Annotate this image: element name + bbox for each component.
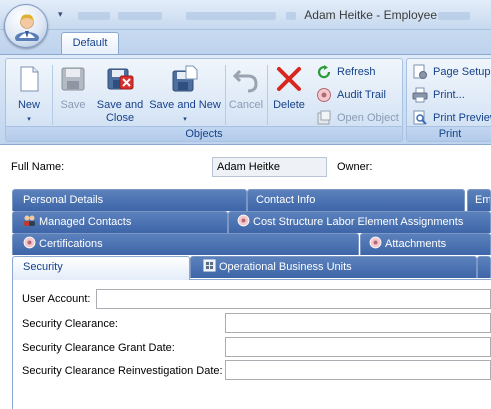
new-button[interactable]: New ▾ (10, 61, 48, 127)
tab-cost-structure[interactable]: Cost Structure Labor Element Assignments (228, 211, 491, 233)
objects-group: New ▾ Save Save and Close Save and New ▾… (5, 58, 403, 142)
tab-contact-info-label: Contact Info (256, 194, 316, 206)
title-bar: ▾ Adam Heitke - Employee (0, 0, 491, 30)
new-dropdown-icon[interactable]: ▾ (10, 113, 48, 126)
security-clearance-field[interactable] (225, 313, 491, 333)
ribbon-tab-strip: Default (0, 30, 491, 55)
save-and-new-dropdown-icon[interactable]: ▾ (148, 113, 222, 126)
tab-overflow[interactable] (477, 256, 491, 278)
reinvestigation-date-field[interactable] (225, 360, 491, 380)
certifications-icon (23, 236, 36, 249)
owner-label: Owner: (337, 161, 373, 173)
cancel-button-label: Cancel (228, 99, 264, 111)
undo-arrow-icon (232, 69, 258, 93)
print-preview-label: Print Preview (433, 112, 491, 124)
user-account-label: User Account: (22, 293, 91, 305)
print-group: Page Setup... Print... Print Preview Pri… (406, 58, 491, 142)
page-setup-icon (413, 64, 427, 79)
save-and-close-icon (107, 68, 134, 90)
objects-group-label: Objects (6, 126, 402, 141)
page-setup-label: Page Setup... (433, 66, 491, 78)
tab-security[interactable]: Security (12, 256, 190, 280)
open-object-icon (317, 110, 331, 125)
full-name-field[interactable]: Adam Heitke (212, 157, 327, 177)
tab-operational-units-label: Operational Business Units (219, 261, 352, 273)
printer-icon (412, 87, 428, 103)
new-button-label: New (17, 99, 40, 111)
refresh-label: Refresh (337, 66, 376, 78)
print-label: Print... (433, 89, 465, 101)
full-name-label: Full Name: (11, 161, 65, 173)
save-button[interactable]: Save (56, 61, 90, 127)
operational-units-icon (203, 259, 216, 272)
tab-personal-details-label: Personal Details (23, 194, 104, 206)
refresh-icon (317, 65, 331, 79)
quick-access-dropdown-icon[interactable]: ▾ (58, 9, 63, 20)
employee-icon (15, 14, 39, 41)
user-account-field[interactable] (96, 289, 491, 309)
delete-button-label: Delete (273, 99, 305, 111)
delete-x-icon (277, 67, 301, 91)
save-disk-icon (61, 67, 85, 91)
tab-security-label: Security (23, 261, 63, 273)
save-and-new-button[interactable]: Save and New ▾ (148, 61, 222, 127)
application-menu-button[interactable] (4, 4, 48, 48)
tab-attachments[interactable]: Attachments (360, 233, 491, 255)
save-and-close-button[interactable]: Save and Close (94, 61, 146, 127)
managed-contacts-icon (24, 215, 35, 226)
save-and-close-label: Save and Close (96, 99, 144, 124)
print-group-label: Print (407, 126, 491, 141)
grant-date-field[interactable] (225, 337, 491, 357)
tab-managed-contacts-label: Managed Contacts (39, 216, 132, 228)
new-document-icon (20, 66, 39, 92)
open-object-label: Open Object (337, 112, 399, 124)
cost-structure-icon (237, 214, 250, 227)
tab-certifications[interactable]: Certifications (12, 233, 359, 255)
cancel-button[interactable]: Cancel (227, 61, 265, 127)
tab-attachments-label: Attachments (385, 238, 447, 250)
tab-cost-structure-label: Cost Structure Labor Element Assignments (253, 216, 464, 228)
ribbon-tab-default[interactable]: Default (61, 32, 119, 55)
tab-personal-details[interactable]: Personal Details (12, 189, 247, 211)
print-preview-icon (413, 110, 427, 125)
ribbon: New ▾ Save Save and Close Save and New ▾… (0, 54, 491, 145)
grant-date-label: Security Clearance Grant Date: (22, 342, 175, 354)
window-title: Adam Heitke - Employee (304, 8, 437, 22)
audit-trail-icon (317, 88, 331, 102)
tab-contact-info[interactable]: Contact Info (247, 189, 465, 211)
tab-emp[interactable]: Emp (467, 189, 491, 211)
save-button-label: Save (60, 99, 86, 111)
tab-managed-contacts[interactable]: Managed Contacts (12, 211, 228, 233)
save-and-new-icon (172, 65, 198, 92)
tab-certifications-label: Certifications (39, 238, 103, 250)
security-clearance-label: Security Clearance: (22, 318, 118, 330)
audit-trail-label: Audit Trail (337, 89, 386, 101)
reinvestigation-date-label: Security Clearance Reinvestigation Date: (22, 365, 223, 377)
attachments-icon (369, 236, 382, 249)
tab-operational-units[interactable]: Operational Business Units (190, 256, 477, 278)
tab-emp-label: Emp (475, 194, 491, 206)
delete-button[interactable]: Delete (269, 61, 309, 127)
save-and-new-label: Save and New (149, 99, 221, 111)
